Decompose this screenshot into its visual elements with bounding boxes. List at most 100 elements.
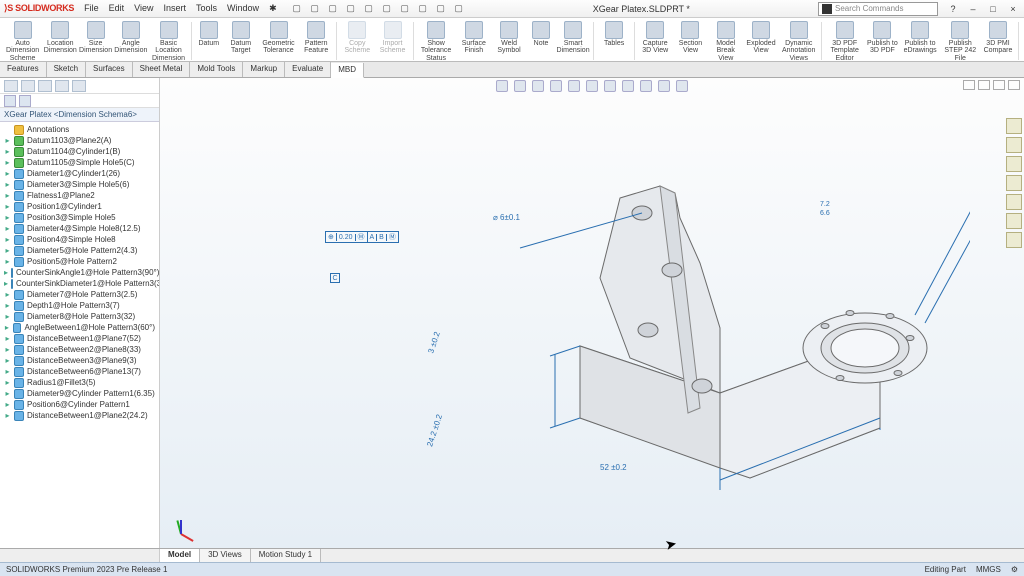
tree-item[interactable]: ▸Position1@Cylinder1: [2, 201, 157, 212]
gdt-position-frame[interactable]: ⊕ 0.20 Ⓜ A B Ⓜ: [325, 231, 399, 243]
bottom-tab-model[interactable]: Model: [160, 549, 200, 562]
hud-pan-icon[interactable]: [514, 80, 526, 92]
tree-item[interactable]: ▸Flatness1@Plane2: [2, 190, 157, 201]
tree-root[interactable]: XGear Platex <Dimension Schema6>: [0, 108, 159, 122]
hud-scene-icon[interactable]: [586, 80, 598, 92]
qa-settings-icon[interactable]: ▢: [453, 3, 465, 15]
status-units[interactable]: MMGS: [976, 565, 1001, 574]
menu-tools[interactable]: Tools: [196, 3, 217, 14]
vp-min-icon[interactable]: [978, 80, 990, 90]
ribbon-smart-dimension-button[interactable]: Smart Dimension: [556, 20, 590, 56]
ribbon-angle-dimension-button[interactable]: Angle Dimension: [114, 20, 148, 56]
dim-7p2[interactable]: 7.2: [820, 201, 830, 208]
status-gear-icon[interactable]: ⚙: [1011, 565, 1018, 574]
orientation-triad[interactable]: [168, 514, 194, 540]
ribbon-show-tolerance-status-button[interactable]: Show Tolerance Status: [417, 20, 456, 62]
menu-file[interactable]: File: [84, 3, 99, 14]
display-manager-icon[interactable]: [72, 80, 86, 92]
ribbon-3d-pmi-compare-button[interactable]: 3D PMI Compare: [981, 20, 1015, 56]
tree-item[interactable]: ▸Radius1@Fillet3(5): [2, 377, 157, 388]
tree-item[interactable]: ▸Diameter3@Simple Hole5(6): [2, 179, 157, 190]
bottom-tab-motion-study-1[interactable]: Motion Study 1: [251, 549, 321, 562]
tab-mold-tools[interactable]: Mold Tools: [190, 62, 243, 77]
tree-item[interactable]: ▸Diameter7@Hole Pattern3(2.5): [2, 289, 157, 300]
ribbon-tables-button[interactable]: Tables: [597, 20, 631, 48]
taskpane-resources-icon[interactable]: [1006, 118, 1022, 134]
hud-hide-icon[interactable]: [604, 80, 616, 92]
tree-item[interactable]: ▸DistanceBetween6@Plane13(7): [2, 366, 157, 377]
tab-evaluate[interactable]: Evaluate: [285, 62, 331, 77]
tab-mbd[interactable]: MBD: [331, 63, 364, 78]
tree-item[interactable]: ▸Diameter5@Hole Pattern2(4.3): [2, 245, 157, 256]
bottom-tab-3d-views[interactable]: 3D Views: [200, 549, 251, 562]
graphics-viewport[interactable]: ⌀ 6±0.1 ⊕ 0.20 Ⓜ A B Ⓜ C 3 ±0.2 24.2 ±0.…: [160, 78, 1024, 548]
hud-extra-icon[interactable]: [676, 80, 688, 92]
ribbon-dynamic-annotation-views-button[interactable]: Dynamic Annotation Views: [779, 20, 818, 62]
panel-tool-2[interactable]: [19, 95, 31, 107]
help-button[interactable]: ?: [946, 4, 960, 14]
vp-max-icon[interactable]: [993, 80, 1005, 90]
ribbon-model-break-view-button[interactable]: Model Break View: [709, 20, 743, 62]
tree-item[interactable]: ▸DistanceBetween1@Plane2(24.2): [2, 410, 157, 421]
qa-new-icon[interactable]: ▢: [291, 3, 303, 15]
tree-item[interactable]: ▸DistanceBetween2@Plane8(33): [2, 344, 157, 355]
qa-options-icon[interactable]: ▢: [435, 3, 447, 15]
tab-sketch[interactable]: Sketch: [47, 62, 86, 77]
ribbon-note-button[interactable]: Note: [527, 20, 555, 48]
qa-open-icon[interactable]: ▢: [309, 3, 321, 15]
ribbon-publish-step-242-file-button[interactable]: Publish STEP 242 File: [941, 20, 980, 62]
taskpane-appearance-icon[interactable]: [1006, 194, 1022, 210]
tree-item[interactable]: ▸CounterSinkDiameter1@Hole Pattern3(3): [2, 278, 157, 289]
tree-item[interactable]: ▸Diameter8@Hole Pattern3(32): [2, 311, 157, 322]
tree-item[interactable]: ▸DistanceBetween3@Plane9(3): [2, 355, 157, 366]
close-button[interactable]: ×: [1006, 4, 1020, 14]
ribbon-pattern-feature-button[interactable]: Pattern Feature: [299, 20, 333, 56]
config-manager-icon[interactable]: [38, 80, 52, 92]
hud-appearance-icon[interactable]: [622, 80, 634, 92]
qa-undo-icon[interactable]: ▢: [363, 3, 375, 15]
ribbon-location-dimension-button[interactable]: Location Dimension: [43, 20, 77, 56]
tree-item[interactable]: ▸Datum1105@Simple Hole5(C): [2, 157, 157, 168]
ribbon-basic-location-dimension-button[interactable]: Basic Location Dimension: [149, 20, 188, 62]
tab-surfaces[interactable]: Surfaces: [86, 62, 133, 77]
ribbon-capture-3d-view-button[interactable]: Capture 3D View: [638, 20, 672, 56]
maximize-button[interactable]: □: [986, 4, 1000, 14]
hud-section-icon[interactable]: [532, 80, 544, 92]
menu-insert[interactable]: Insert: [164, 3, 187, 14]
tree-item[interactable]: ▸Position3@Simple Hole5: [2, 212, 157, 223]
hud-settings-icon[interactable]: [658, 80, 670, 92]
ribbon-exploded-view-button[interactable]: Exploded View: [744, 20, 778, 56]
taskpane-forum-icon[interactable]: [1006, 232, 1022, 248]
taskpane-view-icon[interactable]: [1006, 175, 1022, 191]
minimize-button[interactable]: –: [966, 4, 980, 14]
vp-close-icon[interactable]: [1008, 80, 1020, 90]
ribbon-section-view-button[interactable]: Section View: [673, 20, 707, 56]
tree-item[interactable]: ▸Position4@Simple Hole8: [2, 234, 157, 245]
vp-collapse-icon[interactable]: [963, 80, 975, 90]
tree-item[interactable]: ▸DistanceBetween1@Plane7(52): [2, 333, 157, 344]
qa-rebuild-icon[interactable]: ▢: [417, 3, 429, 15]
qa-print-icon[interactable]: ▢: [345, 3, 357, 15]
dimxpert-manager-icon[interactable]: [55, 80, 69, 92]
ribbon-publish-to-edrawings-button[interactable]: Publish to eDrawings: [901, 20, 940, 56]
ribbon-datum-target-button[interactable]: Datum Target: [224, 20, 258, 56]
tree-item[interactable]: ▸Diameter9@Cylinder Pattern1(6.35): [2, 388, 157, 399]
menu-edit[interactable]: Edit: [109, 3, 125, 14]
hud-orient-icon[interactable]: [550, 80, 562, 92]
tree-item[interactable]: ▸Diameter4@Simple Hole8(12.5): [2, 223, 157, 234]
tab-features[interactable]: Features: [0, 62, 47, 77]
property-manager-icon[interactable]: [21, 80, 35, 92]
hud-view-icon[interactable]: [640, 80, 652, 92]
menu-view[interactable]: View: [134, 3, 153, 14]
tree-item[interactable]: ▸Depth1@Hole Pattern3(7): [2, 300, 157, 311]
ribbon-surface-finish-button[interactable]: Surface Finish: [457, 20, 491, 56]
tree-item[interactable]: ▸Position6@Cylinder Pattern1: [2, 399, 157, 410]
search-commands-input[interactable]: Search Commands: [818, 2, 938, 16]
tree-item[interactable]: ▸Diameter1@Cylinder1(26): [2, 168, 157, 179]
ribbon-auto-dimension-scheme-button[interactable]: Auto Dimension Scheme: [3, 20, 42, 62]
feature-tree[interactable]: Annotations▸Datum1103@Plane2(A)▸Datum110…: [0, 122, 159, 548]
qa-save-icon[interactable]: ▢: [327, 3, 339, 15]
tree-item[interactable]: ▸CounterSinkAngle1@Hole Pattern3(90°): [2, 267, 157, 278]
taskpane-explorer-icon[interactable]: [1006, 156, 1022, 172]
tab-markup[interactable]: Markup: [243, 62, 285, 77]
